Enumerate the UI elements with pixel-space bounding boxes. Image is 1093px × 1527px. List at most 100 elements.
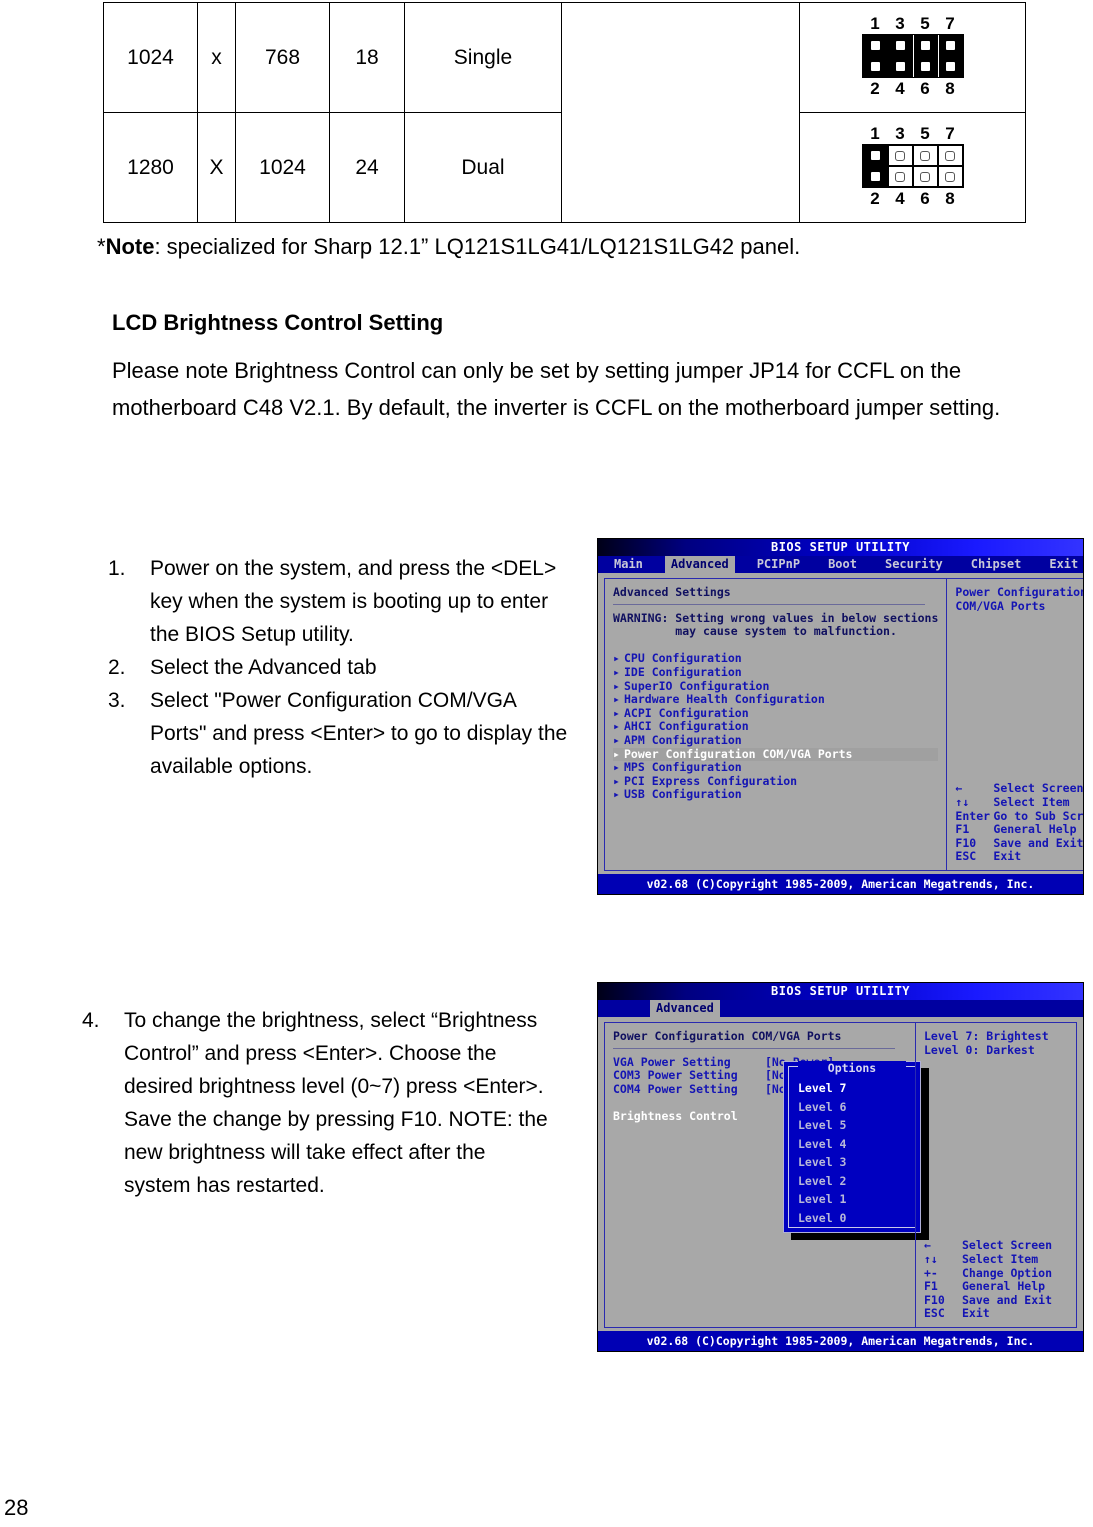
bios-title-bar: BIOS SETUP UTILITY — [598, 983, 1083, 1000]
jumper-pin-grid — [861, 144, 964, 188]
pin-square-icon — [895, 62, 905, 71]
tab-chipset[interactable]: Chipset — [965, 556, 1028, 573]
tab-boot[interactable]: Boot — [822, 556, 863, 573]
tab-exit[interactable]: Exit — [1043, 556, 1083, 573]
cell-jumper-diagram: 1 3 5 7 2 4 6 8 — [799, 112, 1026, 223]
jumper-label: 2 — [870, 79, 880, 98]
key-label: F1 — [924, 1279, 938, 1294]
jumper-label: 6 — [920, 79, 930, 98]
bios-item-mps-configuration[interactable]: ▸ MPS Configuration — [613, 760, 938, 775]
steps-list-b: 4. To change the brightness, select “Bri… — [82, 1004, 552, 1202]
tab-pcipnp[interactable]: PCIPnP — [751, 556, 806, 573]
jumper-pin-3 — [887, 145, 913, 166]
key-label: ↑↓ — [955, 795, 970, 810]
bios-help-panel: Power Configuration COM/VGA Ports ← Selec… — [946, 578, 1084, 871]
bios-key-legend: ← Select Screen ↑↓ Select Item +- Change Op… — [924, 1239, 1072, 1321]
bios-warning-line-1: WARNING: Setting wrong values in below s… — [613, 610, 939, 625]
pin-square-icon — [895, 171, 905, 182]
pin-square-icon — [895, 150, 905, 161]
key-label: ESC — [924, 1306, 945, 1321]
key-label: ESC — [955, 849, 977, 864]
step-number: 1. — [108, 557, 126, 580]
bios-item-label: Hardware Health Configuration — [624, 692, 825, 707]
step-number: 4. — [82, 1009, 100, 1032]
bios-item-power-configuration-com-vga-ports[interactable]: ▸ Power Configuration COM/VGA Ports — [613, 747, 939, 762]
jumper-bottom-labels: 2 4 6 8 — [862, 190, 964, 207]
option-level-5[interactable]: Level 5 — [798, 1116, 912, 1135]
jumper-label: 6 — [920, 189, 930, 208]
setting-label: VGA Power Setting — [613, 1054, 731, 1069]
bios-item-acpi-configuration[interactable]: ▸ ACPI Configuration — [613, 705, 938, 721]
cell-separator: X — [197, 112, 236, 223]
options-dialog-title: Options — [798, 1061, 906, 1075]
option-level-4[interactable]: Level 4 — [798, 1135, 912, 1154]
pin-square-icon — [945, 150, 955, 161]
key-label: F10 — [955, 835, 977, 850]
pin-square-icon — [870, 151, 880, 160]
pin-square-icon — [945, 171, 955, 182]
key-legend-row: EnterGo to Sub Screen — [955, 809, 1083, 824]
jumper-label: 1 — [870, 124, 880, 143]
bios-item-ahci-configuration[interactable]: ▸ AHCI Configuration — [613, 720, 938, 734]
bios-item-apm-configuration[interactable]: ▸ APM Configuration — [613, 733, 938, 748]
key-desc: Exit — [962, 1306, 990, 1321]
setting-label: COM4 Power Setting — [613, 1081, 738, 1096]
option-level-0[interactable]: Level 0 — [798, 1209, 912, 1228]
section-heading: LCD Brightness Control Setting — [112, 310, 444, 335]
pin-square-icon — [870, 41, 880, 50]
cell-height: 768 — [235, 2, 330, 113]
bios-item-label: USB Configuration — [624, 787, 742, 802]
note-line: *Note: specialized for Sharp 12.1” LQ121… — [97, 234, 800, 260]
bios-item-label: PCI Express Configuration — [624, 773, 798, 788]
jumper-pin-7 — [937, 35, 963, 56]
jumper-diagram-first-closed: 1 3 5 7 2 4 6 8 — [861, 125, 964, 207]
key-label: +- — [924, 1265, 938, 1280]
option-level-3[interactable]: Level 3 — [798, 1153, 912, 1172]
bios-item-superio-configuration[interactable]: ▸ SuperIO Configuration — [613, 679, 938, 694]
key-desc: Change Option — [962, 1265, 1053, 1280]
option-level-7[interactable]: Level 7 — [798, 1079, 912, 1098]
jumper-pin-8 — [937, 56, 963, 77]
key-label: F1 — [955, 822, 970, 837]
resolution-jumper-table: 1024 x 768 18 Single 1 3 5 7 2 4 6 8 128… — [103, 2, 1026, 223]
bios-screenshot-advanced: BIOS SETUP UTILITY Main Advanced PCIPnP … — [597, 538, 1084, 895]
option-level-2[interactable]: Level 2 — [798, 1172, 912, 1191]
options-dialog[interactable]: Options Level 7 Level 6 Level 5 Level 4 … — [783, 1061, 921, 1233]
triangle-right-icon: ▸ — [613, 773, 620, 788]
option-level-6[interactable]: Level 6 — [798, 1098, 912, 1117]
jumper-label: 4 — [895, 79, 905, 98]
jumper-diagram-all-closed: 1 3 5 7 2 4 6 8 — [861, 15, 964, 98]
key-desc: Select Item — [993, 795, 1070, 810]
tab-advanced[interactable]: Advanced — [664, 556, 735, 573]
list-item: 2. Select the Advanced tab — [108, 651, 570, 684]
tab-main[interactable]: Main — [608, 556, 649, 573]
bios-panel-heading: Power Configuration COM/VGA Ports — [613, 1029, 842, 1043]
tab-advanced[interactable]: Advanced — [650, 1000, 720, 1017]
divider — [613, 603, 926, 605]
bios-screenshot-power-config: BIOS SETUP UTILITY Advanced Power Config… — [597, 982, 1084, 1352]
bios-item-cpu-configuration[interactable]: ▸ CPU Configuration — [613, 652, 938, 666]
bios-item-pci-express-configuration[interactable]: ▸ PCI Express Configuration — [613, 773, 938, 789]
key-desc: Select Screen — [993, 781, 1084, 796]
bios-item-usb-configuration[interactable]: ▸ USB Configuration — [613, 788, 938, 802]
bios-help-line-2: Level 0: Darkest — [924, 1042, 1035, 1057]
jumper-label: 7 — [945, 124, 955, 143]
jumper-top-labels: 1 3 5 7 — [862, 125, 964, 142]
setting-label: COM3 Power Setting — [613, 1068, 738, 1083]
pin-square-icon — [921, 62, 930, 71]
options-list: Level 7 Level 6 Level 5 Level 4 Level 3 … — [798, 1079, 912, 1227]
jumper-pin-3 — [887, 35, 913, 56]
tab-security[interactable]: Security — [879, 556, 949, 573]
triangle-right-icon: ▸ — [613, 705, 620, 720]
bios-item-ide-configuration[interactable]: ▸ IDE Configuration — [613, 665, 938, 680]
bios-item-label: CPU Configuration — [624, 651, 742, 666]
key-label: ← — [955, 781, 963, 796]
triangle-right-icon: ▸ — [613, 692, 620, 707]
option-level-1[interactable]: Level 1 — [798, 1190, 912, 1209]
pin-square-icon — [946, 41, 955, 50]
pin-square-icon — [920, 171, 930, 182]
key-legend-row: F1 General Help — [955, 822, 1083, 837]
bios-item-hardware-health-configuration[interactable]: ▸ Hardware Health Configuration — [613, 692, 938, 707]
cell-channel: Dual — [404, 112, 562, 223]
